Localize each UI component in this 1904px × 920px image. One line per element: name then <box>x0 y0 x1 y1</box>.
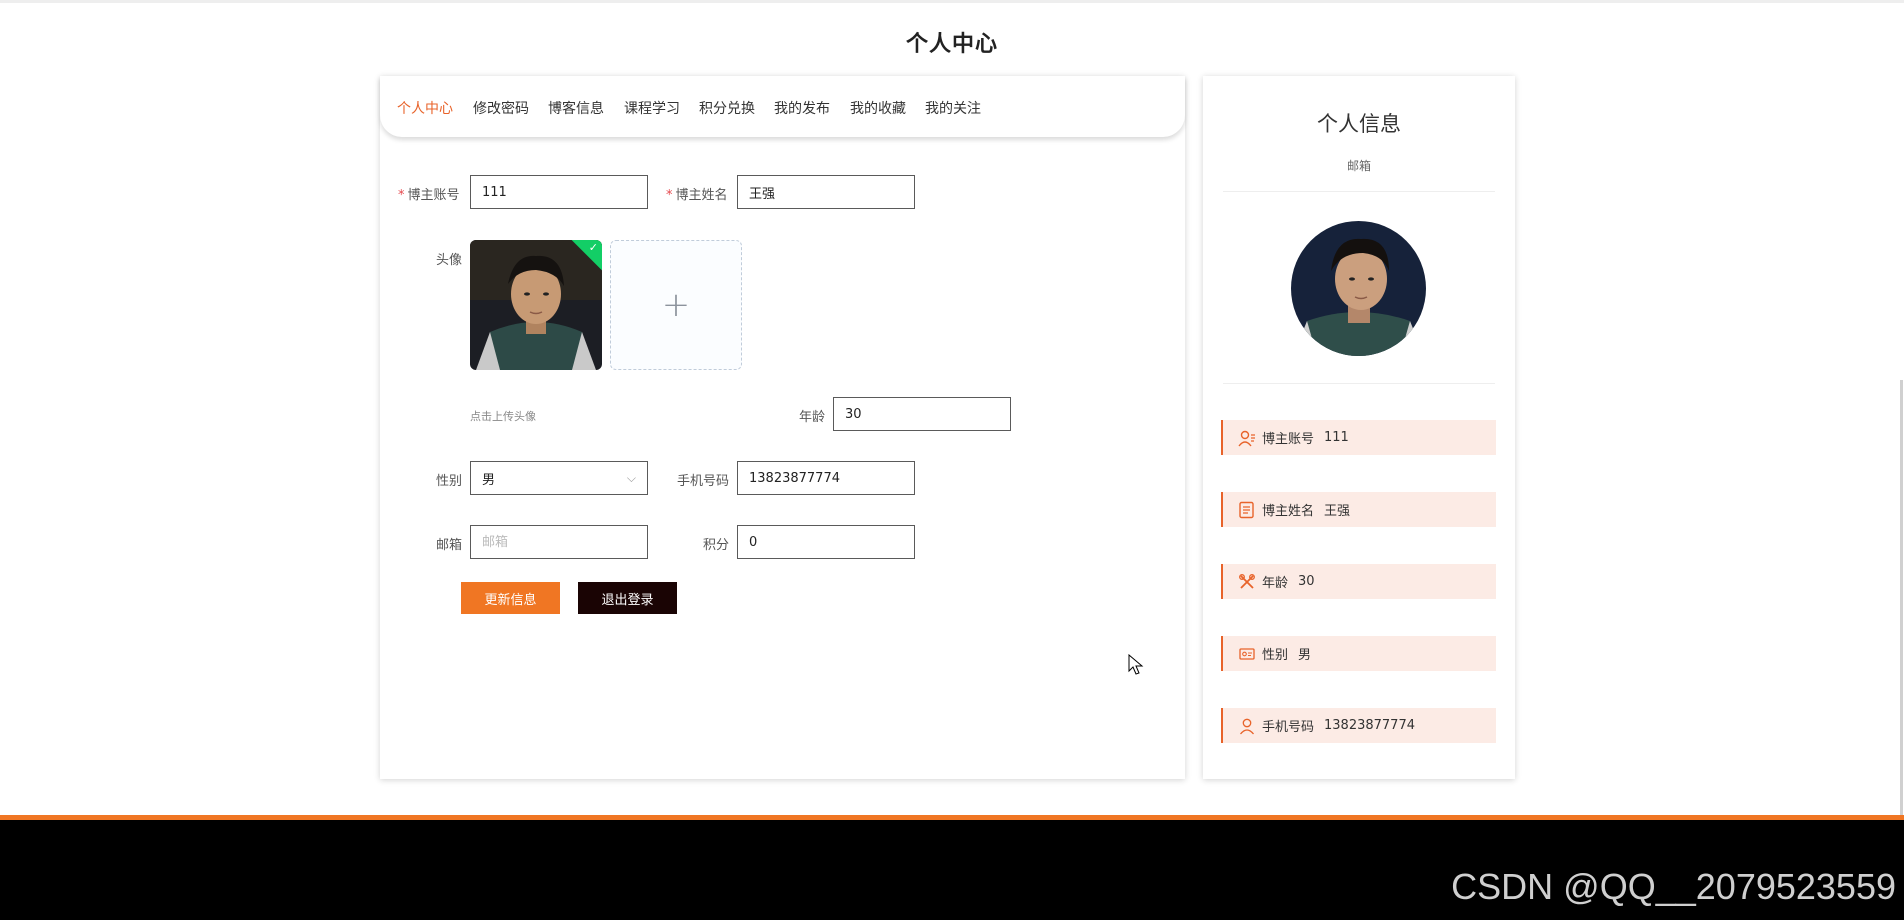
tab-my-posts[interactable]: 我的发布 <box>774 98 830 118</box>
points-input[interactable] <box>737 525 915 559</box>
info-row-account: 博主账号 111 <box>1221 420 1496 455</box>
avatar-upload-button[interactable]: + <box>610 240 742 370</box>
gender-select[interactable]: 男 ⌵ <box>470 461 648 495</box>
id-card-icon <box>1237 644 1257 664</box>
avatar-label: 头像 <box>436 253 463 268</box>
side-subtitle: 邮箱 <box>1346 159 1371 173</box>
info-row-gender: 性别 男 <box>1221 636 1496 671</box>
mouse-cursor-icon <box>1128 654 1144 675</box>
info-row-age: 年龄 30 <box>1221 564 1496 599</box>
watermark-text: CSDN @QQ__2079523559 <box>1451 866 1896 907</box>
checkmark-icon: ✓ <box>588 241 598 254</box>
avatar-upload-hint: 点击上传头像 <box>470 410 536 423</box>
age-input[interactable] <box>833 397 1011 431</box>
age-label: 年龄 <box>799 410 826 425</box>
tab-change-password[interactable]: 修改密码 <box>473 98 529 118</box>
tab-course-study[interactable]: 课程学习 <box>624 98 680 118</box>
phone-input[interactable] <box>737 461 915 495</box>
gender-label: 性别 <box>436 474 463 489</box>
phone-label: 手机号码 <box>677 474 730 489</box>
email-input[interactable] <box>470 525 648 559</box>
tab-my-follows[interactable]: 我的关注 <box>925 98 981 118</box>
divider <box>1223 191 1495 192</box>
points-label: 积分 <box>703 538 730 553</box>
avatar-image <box>470 240 602 370</box>
avatar-image <box>1291 221 1426 356</box>
divider <box>1223 383 1495 384</box>
user-card-icon <box>1237 428 1257 448</box>
scrollbar[interactable] <box>1900 380 1903 820</box>
side-title: 个人信息 <box>1317 112 1401 136</box>
tab-points-exchange[interactable]: 积分兑换 <box>699 98 755 118</box>
avatar-preview[interactable]: ✓ <box>470 240 602 370</box>
tab-bar: 个人中心 修改密码 博客信息 课程学习 积分兑换 我的发布 我的收藏 我的关注 <box>380 76 1185 137</box>
plus-icon: + <box>661 285 691 325</box>
document-icon <box>1237 500 1257 520</box>
tab-my-favorites[interactable]: 我的收藏 <box>850 98 906 118</box>
update-info-button[interactable]: 更新信息 <box>461 582 560 614</box>
logout-button[interactable]: 退出登录 <box>578 582 677 614</box>
account-input[interactable] <box>470 175 648 209</box>
info-row-name: 博主姓名 王强 <box>1221 492 1496 527</box>
person-icon <box>1237 716 1257 736</box>
info-row-phone: 手机号码 13823877774 <box>1221 708 1496 743</box>
name-label: * 博主姓名 <box>666 188 728 203</box>
name-input[interactable] <box>737 175 915 209</box>
email-label: 邮箱 <box>436 538 463 553</box>
tab-blog-info[interactable]: 博客信息 <box>548 98 604 118</box>
gender-select-value: 男 <box>482 472 496 488</box>
tab-personal-center[interactable]: 个人中心 <box>397 98 453 118</box>
page-title: 个人中心 <box>905 32 998 57</box>
top-border <box>0 0 1904 3</box>
account-label: * 博主账号 <box>398 188 460 203</box>
tools-icon <box>1237 572 1257 592</box>
chevron-down-icon: ⌵ <box>626 470 636 485</box>
side-avatar <box>1291 221 1426 356</box>
profile-info-card: 个人信息 邮箱 博主账号 111 博主姓名 王强 年龄 30 性别 男 手机号码… <box>1203 76 1515 779</box>
